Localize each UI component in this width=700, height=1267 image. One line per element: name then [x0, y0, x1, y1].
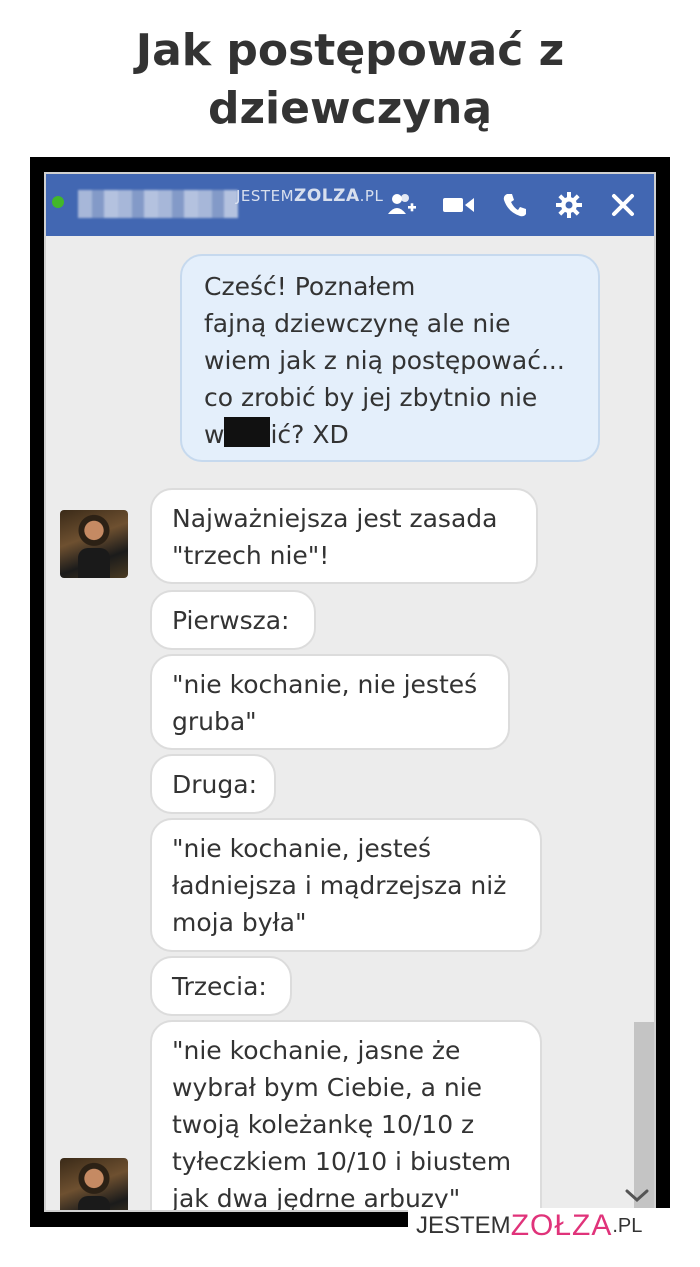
redaction-bar	[224, 417, 271, 447]
message-list[interactable]: Cześć! Poznałem fajną dziewczynę ale nie…	[46, 236, 654, 1210]
received-message-bubble: "nie kochanie, nie jesteś gruba"	[150, 654, 510, 750]
online-status-dot	[52, 196, 64, 208]
message-line: Pierwsza:	[172, 606, 290, 635]
chat-window: JESTEMZOLZA.PL Cześć! Poznałem fajną dzi…	[44, 172, 656, 1212]
meme-title-line1: Jak postępować z	[135, 25, 565, 76]
avatar[interactable]	[60, 1158, 128, 1210]
video-call-icon[interactable]	[442, 188, 476, 222]
received-message-bubble: "nie kochanie, jesteś ładniejsza i mądrz…	[150, 818, 542, 952]
message-line: ładniejsza i mądrzejsza niż	[172, 871, 507, 900]
message-line: wiem jak z nią postępować...	[204, 346, 565, 375]
message-line: "trzech nie"!	[172, 541, 330, 570]
received-message-bubble: "nie kochanie, jasne że wybrał bym Ciebi…	[150, 1020, 542, 1210]
message-line: Druga:	[172, 770, 257, 799]
message-line: "nie kochanie, nie jesteś	[172, 670, 478, 699]
message-line-prefix: w	[204, 420, 225, 449]
message-line-suffix: ić? XD	[270, 420, 349, 449]
meme-title-line2: dziewczyną	[207, 83, 493, 134]
message-line: tyłeczkiem 10/10 i biustem	[172, 1147, 512, 1176]
meme-title: Jak postępować z dziewczyną	[0, 22, 700, 138]
logo-prefix: JESTEM	[416, 1212, 511, 1239]
watermark-prefix: JESTEM	[236, 187, 295, 205]
avatar[interactable]	[60, 510, 128, 578]
message-line: twoją koleżankę 10/10 z	[172, 1110, 475, 1139]
message-line: moja była"	[172, 908, 307, 937]
watermark-brand: ZOLZA	[294, 186, 360, 206]
close-icon[interactable]	[606, 188, 640, 222]
watermark-suffix: .PL	[359, 187, 384, 205]
contact-name-blurred[interactable]	[78, 190, 238, 218]
message-line: "nie kochanie, jasne że	[172, 1036, 461, 1065]
sent-message-bubble: Cześć! Poznałem fajną dziewczynę ale nie…	[180, 254, 600, 462]
gear-icon[interactable]	[552, 188, 586, 222]
site-logo: JESTEM ZOŁZA .PL	[408, 1208, 670, 1244]
message-line: co zrobić by jej zbytnio nie	[204, 383, 538, 412]
chat-header: JESTEMZOLZA.PL	[46, 174, 654, 236]
message-line: Najważniejsza jest zasada	[172, 504, 498, 533]
add-person-icon[interactable]	[386, 188, 420, 222]
logo-brand: ZOŁZA	[510, 1209, 613, 1242]
message-line: gruba"	[172, 707, 257, 736]
watermark: JESTEMZOLZA.PL	[236, 186, 383, 206]
logo-suffix: .PL	[612, 1214, 643, 1237]
phone-icon[interactable]	[498, 188, 532, 222]
message-line: Cześć! Poznałem	[204, 272, 416, 301]
received-message-bubble: Pierwsza:	[150, 590, 316, 650]
received-message-bubble: Druga:	[150, 754, 276, 814]
message-line: wybrał bym Ciebie, a nie	[172, 1073, 483, 1102]
chevron-down-icon[interactable]	[622, 1184, 652, 1208]
received-message-bubble: Najważniejsza jest zasada "trzech nie"!	[150, 488, 538, 584]
message-line: Trzecia:	[172, 972, 267, 1001]
message-line: "nie kochanie, jesteś	[172, 834, 432, 863]
received-message-bubble: Trzecia:	[150, 956, 292, 1016]
message-line: fajną dziewczynę ale nie	[204, 309, 511, 338]
